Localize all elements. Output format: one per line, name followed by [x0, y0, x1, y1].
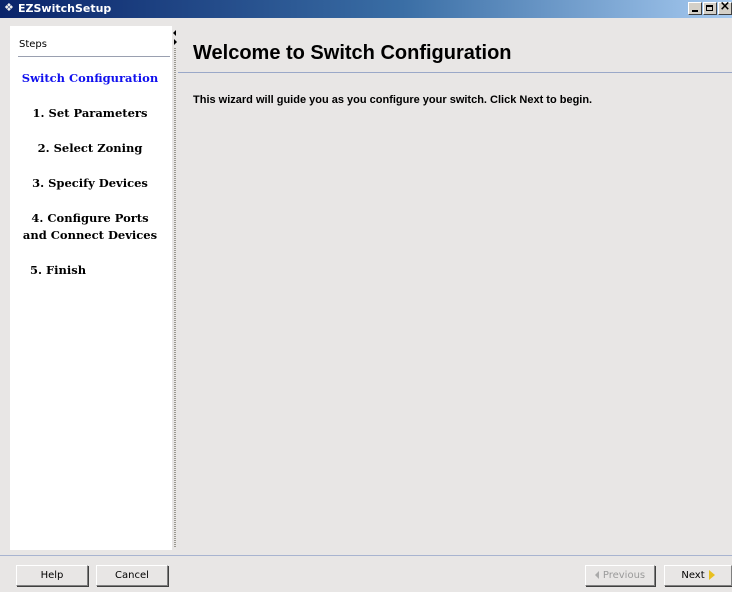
footer-divider [0, 555, 732, 556]
step-switch-configuration: Switch Configuration [21, 71, 159, 85]
arrow-left-icon [594, 571, 599, 579]
step-configure-ports: 4. Configure Ports and Connect Devices [10, 210, 170, 244]
page-title: Welcome to Switch Configuration [193, 42, 512, 64]
next-button-label: Next [681, 570, 705, 581]
step-specify-devices: 3. Specify Devices [32, 176, 148, 190]
content-panel: Welcome to Switch Configuration This wiz… [178, 26, 732, 550]
splitter-grip[interactable] [174, 48, 176, 548]
previous-button-label: Previous [602, 570, 646, 581]
step-select-zoning: 2. Select Zoning [37, 141, 143, 155]
next-button[interactable]: Next [664, 565, 732, 586]
expand-right-icon[interactable] [174, 39, 177, 45]
title-divider [178, 72, 732, 73]
close-button[interactable] [718, 1, 732, 15]
step-set-parameters: 1. Set Parameters [32, 106, 148, 120]
minimize-button[interactable] [688, 2, 702, 15]
previous-button[interactable]: Previous [585, 565, 655, 586]
step-configure-ports-line2: and Connect Devices [22, 228, 158, 242]
ezswitchsetup-window: ❖ EZSwitchSetup Steps Switch Configurati… [0, 0, 732, 592]
switch-app-icon: ❖ [4, 1, 14, 14]
cancel-button-label: Cancel [115, 570, 149, 581]
step-configure-ports-line1: 4. Configure Ports [31, 211, 149, 225]
window-title: EZSwitchSetup [18, 2, 112, 15]
collapse-left-icon[interactable] [173, 30, 176, 36]
cancel-button[interactable]: Cancel [96, 565, 168, 586]
help-button-label: Help [40, 570, 64, 581]
arrow-right-icon [708, 570, 715, 580]
intro-text: This wizard will guide you as you config… [193, 94, 593, 106]
steps-panel: Steps Switch Configuration 1. Set Parame… [10, 26, 172, 550]
step-finish: 5. Finish [30, 263, 87, 277]
steps-header: Steps [19, 39, 47, 50]
maximize-button[interactable] [703, 2, 717, 15]
steps-divider [18, 56, 170, 57]
help-button[interactable]: Help [16, 565, 88, 586]
title-bar[interactable]: ❖ EZSwitchSetup [0, 0, 732, 18]
